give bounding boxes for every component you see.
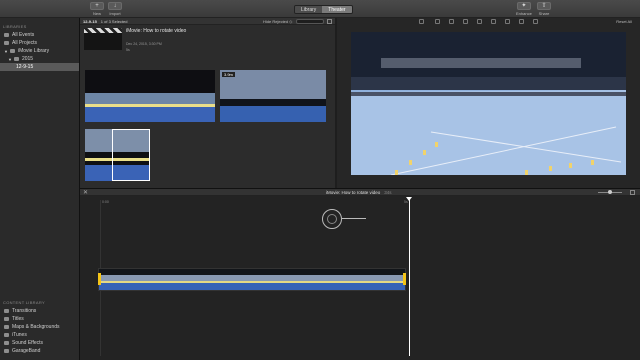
film-icon xyxy=(4,33,9,37)
import-icon: ↓ xyxy=(108,2,122,10)
content-item-itunes[interactable]: iTunes xyxy=(0,331,80,339)
projects-icon xyxy=(4,41,9,45)
project-duration: 5s xyxy=(126,48,130,52)
tab-theater[interactable]: Theater xyxy=(322,6,352,13)
timeline-settings-icon[interactable] xyxy=(630,190,635,195)
timeline-header: ✕ iMovie: How to rotate video 34s xyxy=(80,188,640,196)
enhance-icon: ✦ xyxy=(516,2,531,10)
project-clapper-thumbnail[interactable] xyxy=(84,28,122,50)
event-browser: 12-9-15 1 of 3 Selected Hide Rejected ◇ … xyxy=(80,18,335,188)
music-icon xyxy=(4,333,9,337)
sidebar-item-2015[interactable]: ▼ 2015 xyxy=(0,55,79,63)
import-button[interactable]: ↓ Import xyxy=(108,2,122,16)
clip-frame-ground xyxy=(220,106,326,122)
clip-frame-ground xyxy=(85,107,215,122)
hide-rejected-select[interactable]: Hide Rejected ◇ xyxy=(263,19,292,24)
content-item-transitions[interactable]: Transitions xyxy=(0,307,80,315)
disclosure-triangle-icon: ▼ xyxy=(8,56,12,62)
clip-duration-badge: 3.9m xyxy=(222,72,235,77)
clip-selection-range[interactable] xyxy=(112,129,150,181)
clip-frame-sky xyxy=(85,93,215,104)
plus-icon: + xyxy=(90,2,104,10)
reset-all-button[interactable]: Reset All xyxy=(616,19,632,24)
share-button[interactable]: ⇧ Share xyxy=(537,2,551,16)
project-timeline: 0:00 5s xyxy=(80,196,640,360)
libraries-header: LIBRARIES xyxy=(3,24,27,29)
sidebar-item-imovie-library[interactable]: ▼ iMovie Library xyxy=(0,47,79,55)
clip-thumbnail-2[interactable]: 3.9m xyxy=(220,70,326,122)
project-date: Dec 24, 2015, 3:30 PM xyxy=(126,42,162,46)
content-library: CONTENT LIBRARY Transitions Titles Maps … xyxy=(0,294,80,355)
content-item-maps[interactable]: Maps & Backgrounds xyxy=(0,323,80,331)
timeline-duration: 34s xyxy=(384,190,392,195)
browser-header: 12-9-15 1 of 3 Selected Hide Rejected ◇ xyxy=(80,18,335,25)
list-view-toggle-icon[interactable] xyxy=(327,19,332,24)
playback-cursor-ring xyxy=(322,209,342,229)
playhead[interactable] xyxy=(409,200,410,356)
transitions-icon xyxy=(4,309,9,313)
event-name: 12-9-15 xyxy=(83,18,97,24)
speed-icon[interactable] xyxy=(505,19,510,24)
clip-trim-handle-left[interactable] xyxy=(98,273,101,285)
sidebar-item-all-projects[interactable]: All Projects xyxy=(0,39,79,47)
crop-icon[interactable] xyxy=(449,19,454,24)
maps-icon xyxy=(4,325,9,329)
content-item-garageband[interactable]: GarageBand xyxy=(0,347,80,355)
share-icon: ⇧ xyxy=(537,2,551,10)
zoom-slider[interactable] xyxy=(598,190,622,194)
selection-count: 1 of 3 Selected xyxy=(100,18,128,24)
library-icon xyxy=(9,49,15,53)
close-icon[interactable]: ✕ xyxy=(83,189,88,196)
upside-down-parking-lot-image xyxy=(351,32,626,175)
cursor-inner-ring xyxy=(327,214,337,224)
preview-viewer: Reset All xyxy=(337,18,640,188)
stabilization-icon[interactable] xyxy=(463,19,468,24)
clip-frame-sky xyxy=(220,70,326,99)
color-balance-icon[interactable] xyxy=(419,19,424,24)
clip-frame-dark xyxy=(85,70,215,94)
sidebar-item-all-events[interactable]: All Events xyxy=(0,31,79,39)
content-item-sound-effects[interactable]: Sound Effects xyxy=(0,339,80,347)
project-title: iMovie: How to rotate video xyxy=(126,28,187,34)
zoom-slider-knob[interactable] xyxy=(608,190,612,194)
new-button[interactable]: + New xyxy=(90,2,104,16)
clip-thumbnail-3[interactable] xyxy=(85,129,150,181)
sidebar-item-12-9-15[interactable]: 12-9-15 xyxy=(0,63,79,71)
clapperboard-icon xyxy=(84,28,122,33)
timeline-clip-ground-band xyxy=(99,283,405,290)
info-icon[interactable] xyxy=(533,19,538,24)
enhance-button[interactable]: ✦ Enhance xyxy=(516,2,532,16)
content-library-header: CONTENT LIBRARY xyxy=(3,300,45,305)
clip-thumbnail-1[interactable] xyxy=(85,70,215,122)
sound-effects-icon xyxy=(4,341,9,345)
video-frame xyxy=(351,32,626,175)
disclosure-triangle-icon: ▼ xyxy=(4,48,8,54)
adjustment-toolbar: Reset All xyxy=(337,18,640,25)
color-correction-icon[interactable] xyxy=(435,19,440,24)
titles-icon xyxy=(4,317,9,321)
playback-cursor-line xyxy=(342,218,366,219)
main-toolbar: + New ↓ Import Library Theater ✦ Enhance… xyxy=(0,0,640,18)
library-sidebar: LIBRARIES All Events All Projects ▼ iMovi… xyxy=(0,18,80,360)
search-input[interactable] xyxy=(296,19,324,24)
content-item-titles[interactable]: Titles xyxy=(0,315,80,323)
folder-icon xyxy=(13,57,19,61)
volume-icon[interactable] xyxy=(477,19,482,24)
tab-library[interactable]: Library xyxy=(295,6,323,13)
timeline-project-title: iMovie: How to rotate video 34s xyxy=(326,190,392,195)
ruler-start-label: 0:00 xyxy=(102,200,109,204)
clip-trim-handle-right[interactable] xyxy=(403,273,406,285)
timeline-clip[interactable] xyxy=(98,268,406,291)
filter-icon[interactable] xyxy=(519,19,524,24)
noise-reduction-icon[interactable] xyxy=(491,19,496,24)
view-switcher: Library Theater xyxy=(294,5,353,14)
guitar-icon xyxy=(4,349,9,353)
